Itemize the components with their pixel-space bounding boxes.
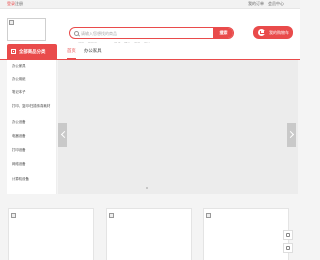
category-item[interactable]: 打印设备 — [12, 148, 26, 153]
my-orders-link[interactable]: 我的订单 — [248, 1, 264, 7]
search-button[interactable]: 搜索 — [213, 28, 233, 38]
banner-carousel[interactable] — [58, 60, 298, 194]
category-item[interactable]: 办公设备 — [12, 120, 26, 125]
top-utility-bar: 登录 注册 我的订单 会员中心 — [0, 0, 300, 9]
category-item[interactable]: 网络设备 — [12, 162, 26, 167]
login-link[interactable]: 登录 — [7, 1, 15, 7]
cart-icon — [258, 29, 265, 36]
carousel-next-arrow-icon[interactable] — [287, 123, 296, 147]
broken-image-icon — [11, 213, 16, 218]
broken-image-icon — [206, 213, 211, 218]
register-link[interactable]: 注册 — [15, 1, 23, 7]
carousel-prev-arrow-icon[interactable] — [58, 123, 67, 147]
member-center-link[interactable]: 会员中心 — [268, 1, 284, 7]
product-card[interactable] — [203, 208, 289, 260]
category-item[interactable]: 计算机设备 — [12, 177, 29, 182]
side-contact-button[interactable] — [283, 243, 293, 253]
site-header: 搜索 打印 复印机 Lenovo 联想 理光 复印 兄弟 我的购物车 — [0, 9, 300, 46]
site-logo[interactable] — [7, 18, 46, 41]
all-categories-button[interactable]: 全部商品分类 — [7, 44, 57, 60]
phone-icon — [286, 246, 290, 250]
category-item[interactable]: 打印、复印/扫描传真耗材 — [12, 104, 50, 109]
side-service-button[interactable] — [283, 230, 293, 240]
product-card[interactable] — [8, 208, 94, 260]
broken-image-icon — [109, 213, 114, 218]
grid-icon — [11, 49, 16, 54]
tab-office-furniture[interactable]: 办公家具 — [84, 44, 102, 58]
search-icon — [74, 31, 79, 36]
search-bar: 搜索 — [69, 27, 234, 39]
all-categories-label: 全部商品分类 — [19, 49, 46, 54]
chat-icon — [286, 233, 290, 237]
category-item[interactable]: 办公用纸 — [12, 77, 26, 82]
cart-label: 我的购物车 — [269, 30, 289, 35]
category-sidebar: 办公家具 办公用纸 笔记本子 打印、复印/扫描传真耗材 办公设备 电器设备 打印… — [7, 60, 57, 194]
category-item[interactable]: 电器设备 — [12, 134, 26, 139]
tab-home[interactable]: 首页 — [67, 44, 76, 59]
category-item[interactable]: 笔记本子 — [12, 90, 26, 95]
product-card[interactable] — [106, 208, 192, 260]
category-item[interactable]: 办公家具 — [12, 64, 26, 69]
carousel-indicator-dot[interactable] — [146, 187, 148, 189]
search-input[interactable] — [81, 28, 211, 38]
cart-button[interactable]: 我的购物车 — [253, 26, 293, 39]
broken-image-icon — [9, 20, 14, 25]
